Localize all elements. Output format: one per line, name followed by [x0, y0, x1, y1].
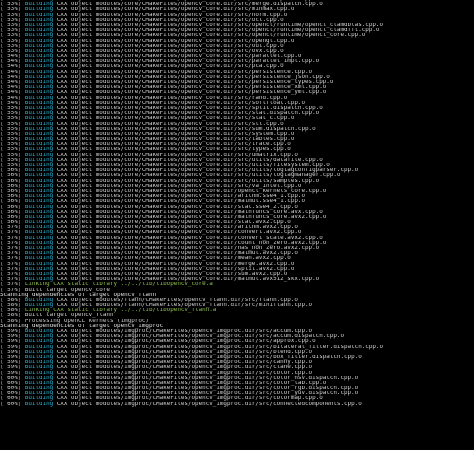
terminal-line: [ 60%] Building CXX object modules/imgpr…	[0, 401, 362, 407]
line-detail: CXX object modules/imgproc/CMakeFiles/op…	[53, 401, 362, 407]
line-message: Building	[24, 401, 54, 407]
terminal-output: [ 53%] Building CXX object modules/core/…	[0, 0, 474, 407]
progress-percent: 60%	[3, 401, 18, 407]
